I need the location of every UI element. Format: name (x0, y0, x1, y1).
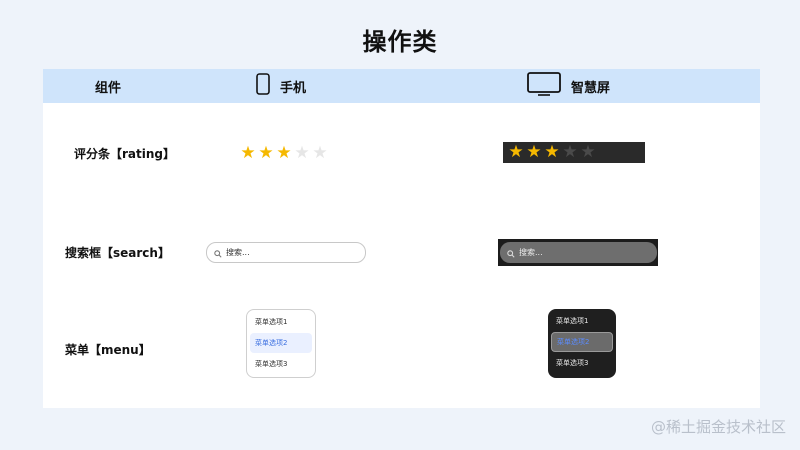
header-phone: 手机 (256, 69, 306, 103)
tv-icon (527, 72, 561, 100)
comparison-card: 组件 手机 智慧屏 评分条【rating】 ★ ★ ★ ★ ★ ★ ★ ★ ★ … (43, 69, 760, 408)
header-phone-label: 手机 (280, 80, 307, 96)
search-placeholder: 搜索... (226, 248, 250, 257)
star-icon[interactable]: ★ (525, 144, 543, 161)
star-icon[interactable]: ★ (275, 145, 293, 162)
star-icon[interactable]: ★ (579, 144, 597, 161)
tv-rating-bar[interactable]: ★ ★ ★ ★ ★ (503, 142, 645, 163)
header-tv-label: 智慧屏 (571, 80, 611, 96)
menu-item[interactable]: 菜单选项1 (250, 312, 312, 332)
menu-item[interactable]: 菜单选项1 (551, 311, 613, 331)
header-tv: 智慧屏 (527, 69, 610, 103)
row-label-menu: 菜单【menu】 (65, 343, 151, 357)
phone-rating-bar[interactable]: ★ ★ ★ ★ ★ (239, 145, 329, 162)
row-label-search: 搜索框【search】 (65, 246, 170, 260)
search-placeholder: 搜索... (519, 248, 543, 257)
phone-icon (256, 73, 270, 99)
table-header: 组件 手机 智慧屏 (43, 69, 760, 103)
menu-item[interactable]: 菜单选项3 (250, 354, 312, 374)
star-icon[interactable]: ★ (507, 144, 525, 161)
menu-item-selected[interactable]: 菜单选项2 (551, 332, 613, 352)
star-icon[interactable]: ★ (257, 145, 275, 162)
star-icon[interactable]: ★ (293, 145, 311, 162)
header-component: 组件 (95, 69, 121, 103)
search-icon (507, 243, 515, 262)
menu-item-selected[interactable]: 菜单选项2 (250, 333, 312, 353)
star-icon[interactable]: ★ (561, 144, 579, 161)
star-icon[interactable]: ★ (311, 145, 329, 162)
tv-menu: 菜单选项1 菜单选项2 菜单选项3 (548, 309, 616, 378)
phone-menu: 菜单选项1 菜单选项2 菜单选项3 (246, 309, 316, 378)
header-component-label: 组件 (95, 80, 122, 96)
star-icon[interactable]: ★ (239, 145, 257, 162)
row-label-rating: 评分条【rating】 (74, 147, 175, 161)
tv-search-input[interactable]: 搜索... (500, 242, 657, 263)
page-title: 操作类 (362, 28, 438, 56)
menu-item[interactable]: 菜单选项3 (551, 353, 613, 373)
star-icon[interactable]: ★ (543, 144, 561, 161)
watermark: @稀土掘金技术社区 (650, 418, 786, 436)
phone-search-input[interactable]: 搜索... (206, 242, 366, 263)
search-icon (214, 243, 222, 262)
